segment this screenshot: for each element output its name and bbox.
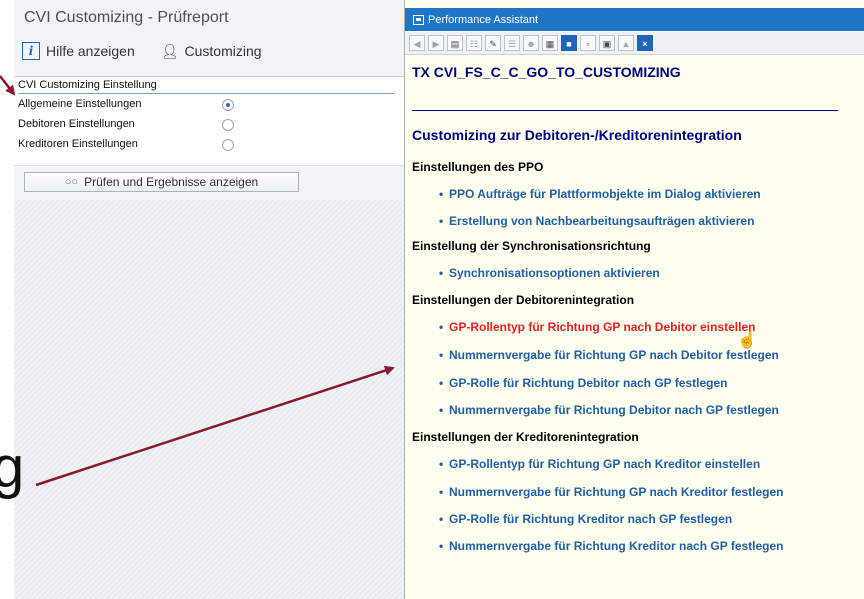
annotation-arrows <box>0 75 395 487</box>
arrow-to-settings-group <box>0 75 16 96</box>
arrow-to-assistant <box>35 365 395 487</box>
